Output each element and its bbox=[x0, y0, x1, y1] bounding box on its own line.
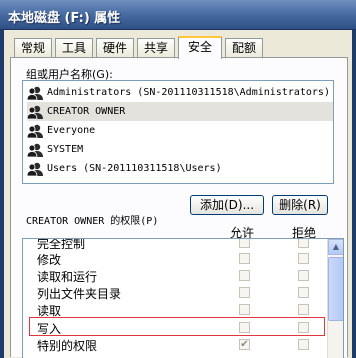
list-item-selected[interactable]: CREATOR OWNER bbox=[27, 102, 333, 121]
table-row: 修改 bbox=[23, 250, 328, 268]
tab-hardware[interactable]: 硬件 bbox=[96, 38, 134, 58]
user-name: SYSTEM bbox=[47, 144, 84, 155]
scrollbar[interactable]: ▲ bbox=[327, 239, 343, 358]
window-title: 本地磁盘 (F:) 属性 bbox=[8, 11, 121, 26]
allow-checkbox[interactable] bbox=[239, 304, 250, 315]
deny-checkbox[interactable] bbox=[298, 339, 309, 350]
permission-name: 修改 bbox=[37, 253, 62, 267]
user-name: Administrators (SN-201110311518\Administ… bbox=[47, 87, 330, 98]
users-group-icon bbox=[27, 162, 43, 176]
tab-general[interactable]: 常规 bbox=[14, 38, 52, 58]
tab-sharing[interactable]: 共享 bbox=[137, 38, 175, 58]
tab-quota[interactable]: 配额 bbox=[225, 38, 263, 58]
permissions-table: 完全控制 修改 读取和运行 列出文件夹目录 读取 写入 特别的权限 ✔ ▲ bbox=[22, 238, 344, 358]
scroll-thumb[interactable] bbox=[328, 257, 343, 321]
list-item[interactable]: Users (SN-201110311518\Users) bbox=[27, 159, 333, 178]
users-group-icon bbox=[27, 124, 43, 138]
deny-checkbox[interactable] bbox=[298, 304, 309, 315]
list-item[interactable]: Administrators (SN-201110311518\Administ… bbox=[27, 83, 333, 102]
permission-name: 读取和运行 bbox=[37, 270, 98, 284]
users-group-icon bbox=[27, 143, 43, 157]
tab-security[interactable]: 安全 bbox=[178, 36, 222, 59]
user-name: Users (SN-201110311518\Users) bbox=[47, 163, 222, 174]
permission-name: 列出文件夹目录 bbox=[37, 287, 122, 301]
highlight-box bbox=[29, 317, 325, 336]
group-user-list[interactable]: Administrators (SN-201110311518\Administ… bbox=[22, 80, 334, 184]
deny-checkbox[interactable] bbox=[298, 253, 309, 264]
deny-checkbox[interactable] bbox=[298, 239, 309, 248]
remove-button[interactable]: 删除(R) bbox=[272, 195, 328, 215]
allow-checkbox[interactable] bbox=[239, 287, 250, 298]
tab-tools[interactable]: 工具 bbox=[55, 38, 93, 58]
list-item[interactable]: Everyone bbox=[27, 121, 333, 140]
users-group-icon bbox=[27, 105, 43, 119]
add-button[interactable]: 添加(D)... bbox=[190, 195, 264, 215]
user-name: Everyone bbox=[47, 125, 96, 136]
tab-strip: 常规 工具 硬件 共享 安全 配额 bbox=[10, 36, 350, 59]
title-bar[interactable]: 本地磁盘 (F:) 属性 bbox=[0, 0, 356, 30]
permissions-label: CREATOR OWNER 的权限(P) bbox=[26, 216, 159, 227]
deny-checkbox[interactable] bbox=[298, 270, 309, 281]
allow-checkbox[interactable] bbox=[239, 270, 250, 281]
table-row: 列出文件夹目录 bbox=[23, 284, 328, 302]
table-row: 特别的权限 ✔ bbox=[23, 336, 328, 354]
allow-checkbox[interactable] bbox=[239, 239, 250, 248]
list-item[interactable]: SYSTEM bbox=[27, 140, 333, 159]
deny-checkbox[interactable] bbox=[298, 287, 309, 298]
user-name: CREATOR OWNER bbox=[47, 106, 126, 117]
allow-checkbox-checked[interactable]: ✔ bbox=[239, 339, 250, 350]
allow-checkbox[interactable] bbox=[239, 253, 250, 264]
scroll-up-arrow-icon[interactable]: ▲ bbox=[328, 239, 343, 255]
permission-name: 特别的权限 bbox=[37, 339, 98, 353]
users-group-icon bbox=[27, 86, 43, 100]
table-row: 读取和运行 bbox=[23, 267, 328, 285]
